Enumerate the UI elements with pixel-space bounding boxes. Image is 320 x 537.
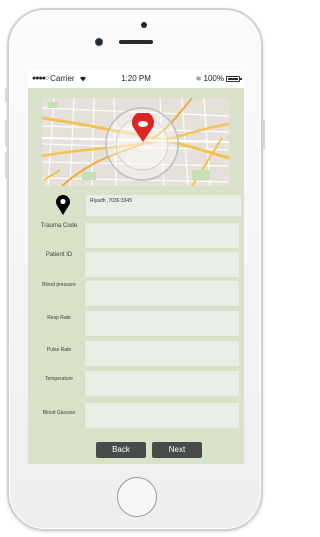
patient-id-label: Patient ID xyxy=(45,252,73,258)
back-button[interactable]: Back xyxy=(96,442,146,458)
trauma-code-label: Trauma Code xyxy=(40,223,78,229)
blood-glucose-label: Blood Glucose xyxy=(42,410,76,416)
next-button[interactable]: Next xyxy=(152,442,202,458)
map-pin-icon xyxy=(56,194,70,215)
blood-pressure-input[interactable] xyxy=(85,281,239,306)
volume-up-button xyxy=(5,120,8,146)
home-button[interactable] xyxy=(117,477,157,517)
blood-pressure-label: Blood pressure xyxy=(42,282,76,288)
bluetooth-icon: ✱ xyxy=(195,75,202,83)
volume-down-button xyxy=(5,152,8,178)
app-screen: ●●●●○ Carrier 1:20 PM ✱ 100% Riyadh ,703… xyxy=(28,70,244,464)
resp-rate-input[interactable] xyxy=(85,311,239,336)
temperature-input[interactable] xyxy=(85,371,239,396)
battery-icon xyxy=(226,75,242,82)
temperature-label: Temperature xyxy=(44,376,74,382)
pulse-rate-label: Pulse Rate xyxy=(46,347,72,353)
patient-id-input[interactable] xyxy=(85,252,239,277)
map-marker-icon xyxy=(132,113,154,142)
front-camera xyxy=(95,38,103,46)
location-display: Riyadh ,7036:3345 xyxy=(86,195,241,216)
pulse-rate-input[interactable] xyxy=(85,341,239,366)
blood-glucose-input[interactable] xyxy=(85,403,239,428)
location-map[interactable] xyxy=(42,98,229,186)
mute-switch xyxy=(5,88,8,102)
trauma-code-input[interactable] xyxy=(85,223,239,248)
earpiece-speaker xyxy=(119,40,153,44)
proximity-sensor xyxy=(141,22,147,28)
power-button xyxy=(262,120,265,150)
resp-rate-label: Resp Rate xyxy=(47,315,71,321)
battery-percent: 100% xyxy=(203,74,224,83)
status-bar: ●●●●○ Carrier 1:20 PM ✱ 100% xyxy=(28,70,244,88)
